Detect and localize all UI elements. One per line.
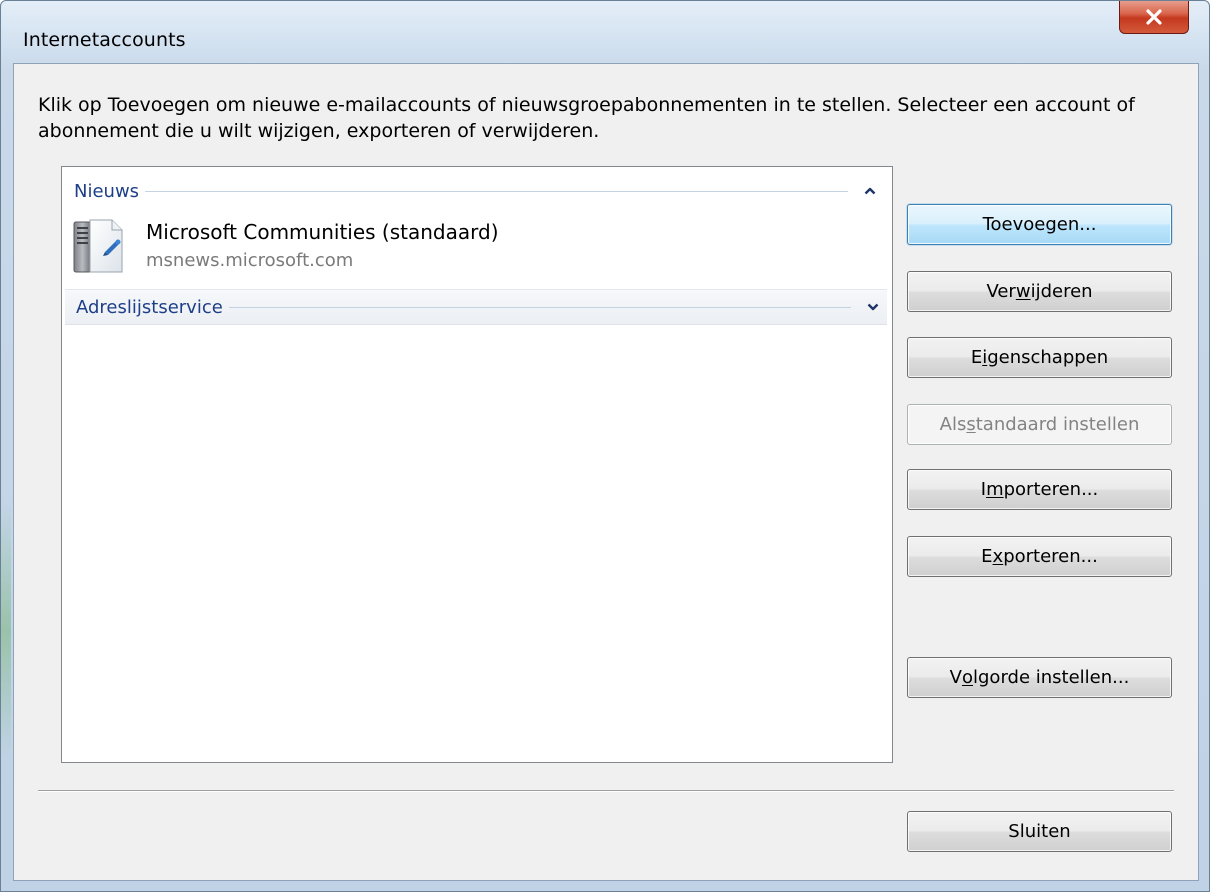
set-order-button[interactable]: Vo lgorde instellen... xyxy=(907,657,1172,698)
chevron-up-icon[interactable] xyxy=(862,183,878,199)
list-item-account[interactable]: Microsoft Communities (standaard) msnews… xyxy=(72,214,772,280)
account-server: msnews.microsoft.com xyxy=(146,250,354,271)
remove-button[interactable]: Ver w ijderen xyxy=(907,271,1172,312)
close-window-button[interactable] xyxy=(1119,1,1189,34)
group-header-directory-service[interactable]: Adreslijstservice xyxy=(65,289,887,325)
export-button[interactable]: Ex porteren... xyxy=(907,536,1172,577)
window-title: Internetaccounts xyxy=(23,29,186,51)
close-icon xyxy=(1146,8,1162,25)
chevron-down-icon[interactable] xyxy=(865,299,881,315)
group-divider-line xyxy=(228,306,851,308)
footer-separator xyxy=(38,790,1174,792)
account-name: Microsoft Communities (standaard) xyxy=(146,220,499,244)
set-default-button[interactable]: Als s tandaard instellen xyxy=(907,404,1172,445)
close-button[interactable]: Sluiten xyxy=(907,811,1172,852)
instructions-text: Klik op Toevoegen om nieuwe e-mailaccoun… xyxy=(38,94,1135,142)
group-header-news[interactable]: Nieuws xyxy=(74,178,884,204)
properties-button[interactable]: Ei genschappen xyxy=(907,337,1172,378)
import-button[interactable]: Im porteren... xyxy=(907,469,1172,510)
internet-accounts-dialog: Internetaccounts Klik op Toevoegen om ni… xyxy=(0,0,1210,892)
dialog-client-area: Klik op Toevoegen om nieuwe e-mailaccoun… xyxy=(13,63,1199,881)
group-label-news: Nieuws xyxy=(74,180,140,202)
accounts-list[interactable]: Nieuws Microsoft Communities (standaard)… xyxy=(61,166,893,763)
group-divider-line xyxy=(145,190,848,192)
news-server-icon xyxy=(73,219,123,273)
add-button[interactable]: Toevoegen... xyxy=(907,204,1172,245)
group-label-directory-service: Adreslijstservice xyxy=(76,296,223,318)
